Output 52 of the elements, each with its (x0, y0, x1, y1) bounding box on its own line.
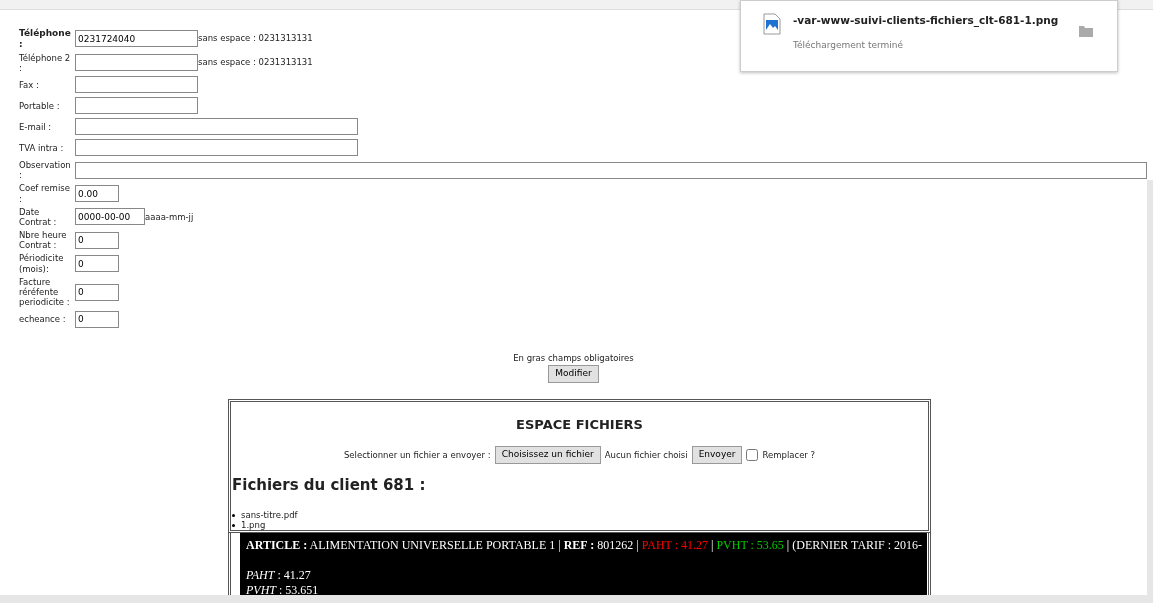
field-label: Observation : (19, 159, 71, 181)
field-label: Coef remise : (19, 183, 71, 204)
no-file-text: Aucun fichier choisi (604, 448, 688, 462)
input-field[interactable] (75, 76, 198, 94)
send-button[interactable]: Envoyer (691, 446, 743, 464)
price-line: PVHT : 53.651 (246, 583, 320, 599)
replace-label[interactable]: Remplacer ? (762, 448, 816, 462)
folder-icon[interactable] (1079, 25, 1093, 37)
input-field[interactable] (75, 54, 198, 72)
bullet-icon (232, 523, 235, 527)
price-line: PAHT : 41.27 (246, 568, 312, 584)
article-summary: ARTICLE : ALIMENTATION UNIVERSELLE PORTABLE 1 | REF : 801262 | PAHT : 41.27 | PVHT : 53.65 | (DERNIER TARIF : 2016- (246, 537, 923, 554)
field-label: Fax : (19, 79, 40, 91)
input-field[interactable] (75, 139, 358, 157)
input-field[interactable] (75, 161, 1147, 179)
field-label: E-mail : (19, 121, 53, 133)
input-field[interactable]: 0000-00-00 (75, 208, 145, 226)
field-label: Périodicite (mois): (19, 253, 65, 274)
vertical-scrollbar[interactable] (1147, 180, 1153, 595)
input-field[interactable] (75, 97, 198, 115)
field-label: Nbre heure Contrat : (19, 230, 68, 251)
input-field[interactable]: 0231724040 (75, 30, 198, 48)
field-hint: sans espace : 0231313131 (198, 32, 313, 46)
field-label: Portable : (19, 100, 61, 112)
field-label: Téléphone 2 : (19, 52, 71, 73)
file-link[interactable]: sans-titre.pdf (241, 510, 298, 521)
file-link[interactable]: 1.png (241, 520, 266, 531)
input-field[interactable]: 0 (75, 255, 119, 273)
input-field[interactable]: 0 (75, 231, 119, 249)
checkbox[interactable] (746, 448, 759, 461)
upload-label: Selectionner un fichier a envoyer : (343, 448, 491, 462)
field-label: Facture réréfente periodicite : (19, 276, 71, 308)
horizontal-scrollbar[interactable] (0, 595, 1153, 603)
input-field[interactable]: 0.00 (75, 185, 119, 203)
field-hint: sans espace : 0231313131 (198, 56, 313, 70)
input-field[interactable] (75, 118, 358, 136)
image-file-icon (763, 13, 781, 35)
field-label: TVA intra : (19, 142, 65, 154)
files-title: ESPACE FICHIERS (515, 415, 644, 434)
files-heading: Fichiers du client 681 : (232, 474, 427, 496)
choose-file-button[interactable]: Choisissez un fichier (494, 446, 601, 464)
input-field[interactable]: 0 (75, 310, 119, 328)
field-hint: aaaa-mm-jj (145, 210, 194, 224)
download-filename[interactable]: -var-www-suivi-clients-fichiers_clt-681-1.png (793, 13, 1079, 29)
download-status: Téléchargement terminé (793, 38, 905, 52)
modify-button[interactable]: Modifier (548, 365, 599, 383)
bullet-icon (232, 513, 235, 517)
required-note: En gras champs obligatoires (512, 352, 635, 366)
field-label: Date Contrat : (19, 206, 58, 228)
field-label: Téléphone : (19, 28, 71, 50)
input-field[interactable]: 0 (75, 283, 119, 301)
field-label: echeance : (19, 314, 67, 325)
